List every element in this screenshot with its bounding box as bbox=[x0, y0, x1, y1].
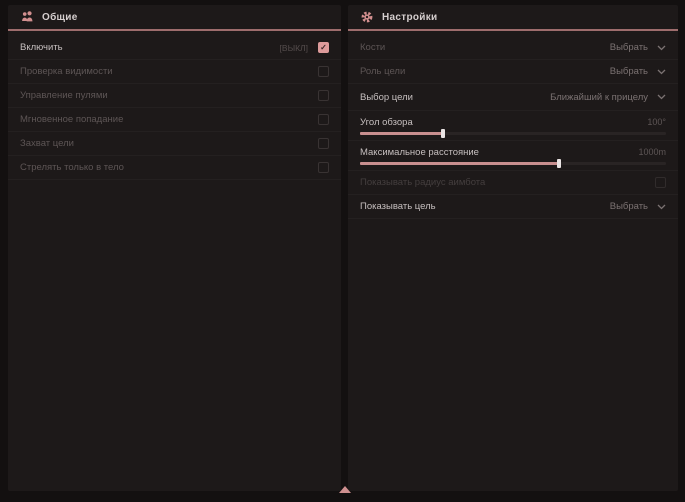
row-label: Показывать радиус аимбота bbox=[360, 177, 485, 188]
enable-status: [ВЫКЛ] bbox=[280, 43, 308, 53]
select-value: Выбрать bbox=[610, 201, 648, 212]
row-instant-hit: Мгновенное попадание bbox=[8, 108, 341, 132]
instant-hit-checkbox[interactable] bbox=[318, 114, 329, 125]
select-value: Выбрать bbox=[610, 42, 648, 53]
row-target-role: Роль цели Выбрать bbox=[348, 60, 678, 84]
settings-panel: Настройки Кости Выбрать Роль цели Выбрат… bbox=[348, 5, 678, 491]
row-label: Захват цели bbox=[20, 138, 74, 149]
bullet-control-checkbox[interactable] bbox=[318, 90, 329, 101]
settings-panel-header: Настройки bbox=[348, 5, 678, 29]
max-distance-slider-handle[interactable] bbox=[557, 159, 561, 168]
row-label: Включить bbox=[20, 42, 63, 53]
row-enable: Включить [ВЫКЛ] bbox=[8, 36, 341, 60]
target-lock-checkbox[interactable] bbox=[318, 138, 329, 149]
chevron-down-icon bbox=[657, 94, 666, 100]
triangle-up-icon[interactable] bbox=[339, 486, 351, 493]
row-visibility-check: Проверка видимости bbox=[8, 60, 341, 84]
bones-select[interactable]: Выбрать bbox=[610, 42, 666, 53]
gear-icon bbox=[360, 10, 374, 24]
max-distance-slider[interactable] bbox=[360, 162, 666, 165]
row-label: Выбор цели bbox=[360, 92, 413, 103]
chevron-down-icon bbox=[657, 45, 666, 51]
body-only-checkbox[interactable] bbox=[318, 162, 329, 173]
aimbot-radius-checkbox[interactable] bbox=[655, 177, 666, 188]
row-label: Кости bbox=[360, 42, 385, 53]
general-rows: Включить [ВЫКЛ] Проверка видимости Управ… bbox=[8, 31, 341, 180]
target-role-select[interactable]: Выбрать bbox=[610, 66, 666, 77]
max-distance-slider-fill bbox=[360, 162, 559, 165]
row-bones: Кости Выбрать bbox=[348, 36, 678, 60]
visibility-check-checkbox[interactable] bbox=[318, 66, 329, 77]
chevron-down-icon bbox=[657, 69, 666, 75]
settings-rows: Кости Выбрать Роль цели Выбрать Выбор це… bbox=[348, 31, 678, 219]
row-target-lock: Захват цели bbox=[8, 132, 341, 156]
row-bullet-control: Управление пулями bbox=[8, 84, 341, 108]
row-label: Проверка видимости bbox=[20, 66, 113, 77]
fov-slider-fill bbox=[360, 132, 443, 135]
row-show-target: Показывать цель Выбрать bbox=[348, 195, 678, 219]
max-distance-value: 1000m bbox=[638, 147, 666, 157]
fov-slider-handle[interactable] bbox=[441, 129, 445, 138]
panel-title: Настройки bbox=[382, 12, 437, 23]
row-body-only: Стрелять только в тело bbox=[8, 156, 341, 180]
panel-title: Общие bbox=[42, 12, 78, 23]
row-target-choice: Выбор цели Ближайший к прицелу bbox=[348, 84, 678, 111]
select-value: Ближайший к прицелу bbox=[550, 92, 648, 103]
enable-checkbox[interactable] bbox=[318, 42, 329, 53]
row-label: Показывать цель bbox=[360, 201, 436, 212]
fov-value: 100° bbox=[647, 117, 666, 127]
row-aimbot-radius: Показывать радиус аимбота bbox=[348, 171, 678, 195]
select-value: Выбрать bbox=[610, 66, 648, 77]
people-icon bbox=[20, 10, 34, 24]
row-label: Угол обзора bbox=[360, 117, 413, 128]
show-target-select[interactable]: Выбрать bbox=[610, 201, 666, 212]
row-label: Управление пулями bbox=[20, 90, 108, 101]
general-panel-header: Общие bbox=[8, 5, 341, 29]
row-max-distance: Максимальное расстояние 1000m bbox=[348, 141, 678, 171]
fov-slider[interactable] bbox=[360, 132, 666, 135]
row-fov: Угол обзора 100° bbox=[348, 111, 678, 141]
target-choice-select[interactable]: Ближайший к прицелу bbox=[550, 92, 666, 103]
chevron-down-icon bbox=[657, 204, 666, 210]
row-label: Стрелять только в тело bbox=[20, 162, 124, 173]
row-label: Мгновенное попадание bbox=[20, 114, 123, 125]
general-panel: Общие Включить [ВЫКЛ] Проверка видимости… bbox=[8, 5, 341, 491]
row-label: Максимальное расстояние bbox=[360, 147, 479, 158]
row-label: Роль цели bbox=[360, 66, 405, 77]
